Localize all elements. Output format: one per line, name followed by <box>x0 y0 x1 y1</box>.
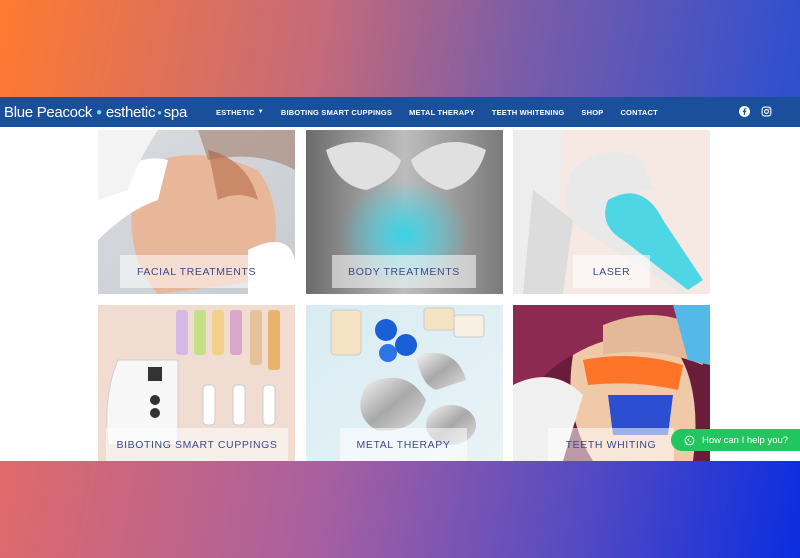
navbar: Blue Peacock ● esthetic ● spa ESTHETIC ▼… <box>0 97 800 127</box>
logo-dot-icon: ● <box>96 106 102 118</box>
nav-item-contact[interactable]: CONTACT <box>620 108 658 117</box>
nav-item-label: CONTACT <box>620 107 658 117</box>
nav-item-label: METAL THERAPY <box>409 107 475 117</box>
top-gradient-band <box>0 0 800 97</box>
logo-text-blue-peacock: Blue Peacock <box>4 103 93 121</box>
whatsapp-chat-label: How can I help you? <box>702 434 789 446</box>
tile-metal-therapy[interactable]: METAL THERAPY <box>306 305 503 461</box>
site-logo[interactable]: Blue Peacock ● esthetic ● spa <box>4 102 187 122</box>
caret-down-icon: ▼ <box>257 109 264 115</box>
tile-label: FACIAL TREATMENTS <box>120 255 273 288</box>
instagram-icon[interactable] <box>761 106 772 117</box>
logo-text-esthetic: esthetic <box>105 103 156 121</box>
tile-body-treatments[interactable]: BODY TREATMENTS <box>306 130 503 294</box>
bottom-gradient-band <box>0 461 800 558</box>
tile-label-text: BODY TREATMENTS <box>348 265 460 278</box>
facebook-icon[interactable] <box>739 106 750 117</box>
tile-biboting-smart-cuppings[interactable]: BIBOTING SMART CUPPINGS <box>98 305 295 461</box>
whatsapp-chat-button[interactable]: How can I help you? <box>671 429 800 451</box>
tile-laser[interactable]: LASER <box>513 130 710 294</box>
logo-dot-icon: ● <box>157 107 162 117</box>
whatsapp-icon <box>684 435 695 445</box>
tile-label-text: BIBOTING SMART CUPPINGS <box>116 438 278 451</box>
nav-item-label: ESTHETIC <box>216 107 255 117</box>
tile-label-text: FACIAL TREATMENTS <box>136 265 257 278</box>
nav-item-shop[interactable]: SHOP <box>581 108 603 117</box>
social-links <box>739 106 772 117</box>
nav-item-label: TEETH WHITENING <box>491 107 565 117</box>
nav-item-teeth-whitening[interactable]: TEETH WHITENING <box>492 108 565 117</box>
tile-label-text: METAL THERAPY <box>356 438 451 451</box>
tile-label-text: TEETH WHITING <box>565 438 657 451</box>
nav-item-label: BIBOTING SMART CUPPINGS <box>280 107 393 117</box>
tile-facial-treatments[interactable]: FACIAL TREATMENTS <box>98 130 295 294</box>
nav-item-esthetic[interactable]: ESTHETIC ▼ <box>216 108 264 117</box>
nav-item-biboting-smart-cuppings[interactable]: BIBOTING SMART CUPPINGS <box>281 108 392 117</box>
tile-label-text: LASER <box>592 265 631 278</box>
website-screenshot: Blue Peacock ● esthetic ● spa ESTHETIC ▼… <box>0 97 800 461</box>
main-nav: ESTHETIC ▼ BIBOTING SMART CUPPINGS METAL… <box>216 97 675 127</box>
tile-label: BIBOTING SMART CUPPINGS <box>106 428 288 461</box>
tile-label: TEETH WHITING <box>548 428 674 461</box>
nav-item-metal-therapy[interactable]: METAL THERAPY <box>409 108 475 117</box>
tile-label: METAL THERAPY <box>340 428 467 461</box>
tile-label: BODY TREATMENTS <box>332 255 476 288</box>
logo-text-spa: spa <box>163 103 188 121</box>
nav-item-label: SHOP <box>581 107 604 117</box>
tile-label: LASER <box>573 255 650 288</box>
